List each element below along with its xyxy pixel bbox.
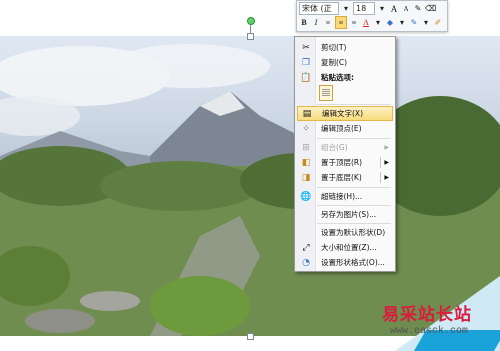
fill-color-dropdown-icon[interactable]: ▾ xyxy=(397,17,407,28)
font-color-dropdown-icon[interactable]: ▾ xyxy=(373,17,383,28)
resize-handle-top[interactable] xyxy=(247,33,254,40)
mini-toolbar: 宋体 (正 ▾ 18 ▾ A A ✎ ⌫ B I ≡ ≡ ≡ A ▾ ◆ ▾ ✎… xyxy=(296,0,448,32)
scissors-icon: ✂ xyxy=(302,42,310,53)
align-right-icon[interactable]: ≡ xyxy=(349,17,359,28)
format-shape-icon: ◔ xyxy=(302,257,310,268)
watermark-url: www.easck.com xyxy=(390,326,469,337)
menu-item-cut[interactable]: ✂ 剪切(T) xyxy=(297,40,393,55)
menu-separator xyxy=(317,187,391,188)
brush-icon[interactable]: ✐ xyxy=(433,17,443,28)
align-center-icon[interactable]: ≡ xyxy=(335,16,347,29)
menu-item-format-shape[interactable]: ◔ 设置形状格式(O)... xyxy=(297,255,393,270)
clear-format-icon[interactable]: ⌫ xyxy=(425,3,436,14)
menu-item-bring-to-front[interactable]: ◧ 置于顶层(R) ▶ xyxy=(297,155,393,170)
rotate-handle[interactable] xyxy=(247,17,255,25)
menu-separator xyxy=(317,223,391,224)
font-color-button[interactable]: A xyxy=(361,17,371,28)
menu-item-size-position[interactable]: ⤢ 大小和位置(Z)... xyxy=(297,240,393,255)
copy-icon: ❐ xyxy=(301,57,311,68)
font-size-field[interactable]: 18 xyxy=(353,2,375,15)
context-menu: ✂ 剪切(T) ❐ 复制(C) 📋 粘贴选项: ▤ 编辑文字(X) ⁘ 编辑顶点… xyxy=(294,36,396,272)
line-color-icon[interactable]: ✎ xyxy=(409,17,419,28)
paste-icon: 📋 xyxy=(300,72,312,83)
split-divider xyxy=(380,157,381,168)
watermark-site-name: 易采站长站 xyxy=(382,305,472,325)
hyperlink-icon: 🌐 xyxy=(300,191,312,202)
grow-font-button[interactable]: A xyxy=(389,3,399,14)
edit-points-icon: ⁘ xyxy=(302,123,310,134)
italic-button[interactable]: I xyxy=(311,17,321,28)
split-divider xyxy=(380,172,381,183)
align-left-icon[interactable]: ≡ xyxy=(323,17,333,28)
bold-button[interactable]: B xyxy=(299,17,309,28)
line-color-dropdown-icon[interactable]: ▾ xyxy=(421,17,431,28)
menu-separator xyxy=(317,138,391,139)
send-back-icon: ◨ xyxy=(301,172,311,183)
menu-item-paste-options: 📋 粘贴选项: xyxy=(300,72,354,83)
menu-item-group: ⊞ 组合(G) ▶ xyxy=(297,140,393,155)
menu-item-edit-points[interactable]: ⁘ 编辑顶点(E) xyxy=(297,121,393,136)
shrink-font-button[interactable]: A xyxy=(401,3,411,14)
submenu-arrow-icon: ▶ xyxy=(384,144,389,151)
format-painter-icon[interactable]: ✎ xyxy=(413,3,423,14)
font-size-dropdown-icon[interactable]: ▾ xyxy=(377,3,387,14)
paste-option-button[interactable] xyxy=(319,85,333,101)
edit-text-icon: ▤ xyxy=(302,108,312,119)
submenu-arrow-icon[interactable]: ▶ xyxy=(384,159,389,166)
fill-color-icon[interactable]: ◆ xyxy=(385,17,395,28)
group-icon: ⊞ xyxy=(302,142,310,153)
menu-item-edit-text[interactable]: ▤ 编辑文字(X) xyxy=(297,106,393,121)
menu-item-send-to-back[interactable]: ◨ 置于底层(K) ▶ xyxy=(297,170,393,185)
menu-separator xyxy=(317,104,391,105)
menu-item-hyperlink[interactable]: 🌐 超链接(H)... xyxy=(297,189,393,204)
menu-item-save-as-picture[interactable]: 另存为图片(S)... xyxy=(297,207,393,222)
menu-separator xyxy=(317,205,391,206)
bring-front-icon: ◧ xyxy=(301,157,311,168)
menu-item-copy[interactable]: ❐ 复制(C) xyxy=(297,55,393,70)
font-name-dropdown-icon[interactable]: ▾ xyxy=(341,3,351,14)
submenu-arrow-icon[interactable]: ▶ xyxy=(384,174,389,181)
resize-handle-bottom[interactable] xyxy=(247,333,254,340)
menu-item-set-default-shape[interactable]: 设置为默认形状(D) xyxy=(297,225,393,240)
size-position-icon: ⤢ xyxy=(302,242,310,253)
font-name-field[interactable]: 宋体 (正 xyxy=(299,2,339,15)
